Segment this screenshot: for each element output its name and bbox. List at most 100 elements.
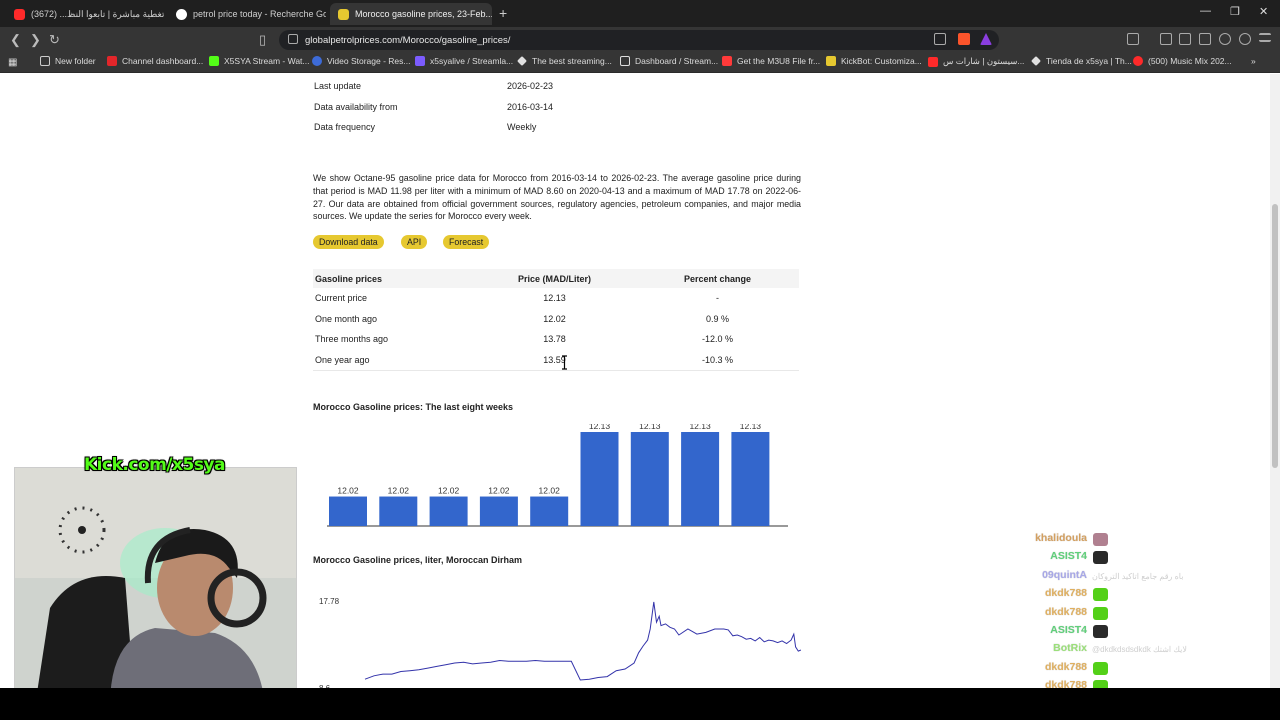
tab-title: petrol price today - Recherche Googl...	[193, 9, 326, 19]
chat-username: dkdk788	[1044, 605, 1087, 618]
site-info-icon[interactable]	[288, 34, 298, 44]
wallet-icon[interactable]	[1199, 33, 1211, 45]
media-icon[interactable]	[1160, 33, 1172, 45]
bookmark-item[interactable]: Tienda de x5sya | Th...	[1031, 56, 1132, 66]
table-row: Current price 12.13 -	[313, 288, 799, 309]
youtube-icon	[107, 56, 117, 66]
page-scrollbar[interactable]	[1270, 74, 1280, 688]
bookmark-item[interactable]: New folder	[40, 56, 96, 66]
chat-username: dkdk788	[1044, 587, 1087, 600]
folder-icon	[40, 56, 50, 66]
info-key: Data frequency	[314, 122, 376, 133]
vpn-icon[interactable]	[1239, 33, 1251, 45]
series-line	[364, 601, 802, 681]
bookmark-item[interactable]: (500) Music Mix 202...	[1133, 56, 1232, 66]
change-cell: 0.9 %	[705, 313, 729, 324]
sidepanel-icon[interactable]	[1179, 33, 1191, 45]
close-window-icon[interactable]: ✕	[1259, 5, 1268, 18]
change-cell: -10.3 %	[636, 349, 799, 371]
y-tick-label: 17.78	[319, 597, 340, 606]
new-tab-icon[interactable]: +	[499, 5, 507, 21]
tab-title: تغطية مباشرة | تابعوا النظ... (3672)	[31, 8, 164, 19]
bar-value-label: 12.02	[539, 486, 561, 496]
download-data-button[interactable]: Download data	[313, 235, 384, 249]
brave-shield-icon[interactable]	[958, 33, 970, 45]
bookmark-item[interactable]: سيستون | شارات س...	[928, 56, 1024, 67]
table-header-row: Gasoline prices Price (MAD/Liter) Percen…	[313, 269, 799, 288]
chat-username: ASIST4	[1050, 624, 1087, 636]
bookmark-item[interactable]: Get the M3U8 File fr...	[722, 56, 820, 66]
apps-icon[interactable]: ▦	[8, 57, 17, 68]
share-icon[interactable]	[934, 33, 946, 45]
bar	[479, 496, 518, 526]
youtube-icon	[14, 8, 25, 20]
url-text: globalpetrolprices.com/Morocco/gasoline_…	[305, 34, 511, 46]
line-chart: 17.788.6	[313, 592, 803, 688]
dashboard-icon	[620, 56, 630, 66]
tab-title: Morocco gasoline prices, 23-Feb...	[355, 9, 492, 19]
tab-strip: تغطية مباشرة | تابعوا النظ... (3672) pet…	[0, 0, 1280, 27]
bookmark-item[interactable]: X5SYA Stream - Wat...	[209, 56, 310, 66]
price-cell: 13.59	[473, 349, 636, 371]
bar-value-label: 12.02	[488, 486, 510, 496]
taskbar-strip	[0, 688, 1280, 720]
info-key: Data availability from	[314, 101, 398, 112]
address-bar[interactable]: globalpetrolprices.com/Morocco/gasoline_…	[279, 30, 999, 50]
minimize-icon[interactable]: —	[1200, 5, 1211, 17]
chat-username: ASIST4	[1050, 550, 1087, 563]
youtube-icon	[1133, 56, 1143, 66]
bar-value-label: 12.02	[388, 486, 410, 496]
maximize-icon[interactable]: ❐	[1230, 5, 1240, 18]
bar	[379, 496, 418, 526]
leo-ai-icon[interactable]	[1219, 33, 1231, 45]
bookmark-item[interactable]: KickBot: Customiza...	[826, 56, 922, 66]
bookmark-item[interactable]: x5syalive / Streamla...	[415, 56, 513, 66]
bookmark-item[interactable]: Dashboard / Stream...	[620, 56, 718, 66]
table-row: One month ago 12.02 0.9 %	[313, 309, 799, 330]
info-key: Last update	[314, 81, 362, 92]
reload-icon[interactable]: ↻	[49, 32, 60, 48]
line-chart-title: Morocco Gasoline prices, liter, Moroccan…	[313, 555, 523, 565]
chat-message: باه رقم جامع اتاكيد التروكان	[1092, 571, 1184, 581]
table-row: One year ago 13.59 -10.3 %	[313, 349, 799, 371]
google-icon	[176, 8, 187, 20]
price-table: Gasoline prices Price (MAD/Liter) Percen…	[313, 269, 799, 371]
bookmark-item[interactable]: The best streaming...	[517, 56, 612, 66]
line-chart-svg: 17.788.6	[319, 597, 802, 688]
row-label: Three months ago	[315, 334, 389, 345]
forward-icon[interactable]: ❯	[30, 32, 41, 48]
shop-icon	[1031, 56, 1041, 66]
site-icon	[338, 8, 349, 20]
sidebar-icon[interactable]	[1127, 33, 1139, 45]
bar	[681, 432, 720, 526]
bar-value-label: 12.13	[589, 424, 611, 431]
bookmark-item[interactable]: Channel dashboard...	[107, 56, 203, 66]
info-value: Weekly	[507, 122, 537, 133]
change-cell: -12.0 %	[701, 334, 734, 345]
bar-value-label: 12.13	[740, 424, 762, 431]
bar-value-label: 12.13	[639, 424, 661, 431]
bar-chart-title: Morocco Gasoline prices: The last eight …	[313, 402, 514, 412]
tab-news-stream[interactable]: تغطية مباشرة | تابعوا النظ... (3672)	[6, 3, 164, 25]
change-cell: -	[716, 293, 719, 304]
bar-value-label: 12.02	[337, 486, 359, 496]
more-bookmarks-icon[interactable]: »	[1251, 56, 1256, 66]
api-button[interactable]: API	[401, 235, 428, 249]
bookmark-icon[interactable]: ▯	[259, 32, 266, 48]
tab-google-search[interactable]: petrol price today - Recherche Googl...	[168, 3, 326, 25]
bar	[530, 496, 569, 526]
bar-chart: 12.02 12.02 12.02 12.02 12.02 12.13 12.13 12.13…	[313, 421, 793, 533]
bar-value-label: 12.02	[438, 486, 460, 496]
tab-morocco-gasoline[interactable]: Morocco gasoline prices, 23-Feb... ✕	[330, 3, 492, 25]
chat-badge-icon	[1093, 661, 1108, 675]
scrollbar-thumb[interactable]	[1272, 204, 1278, 468]
kick-channel-logo: Kick.com/x5sya	[84, 455, 226, 475]
back-icon[interactable]: ❮	[10, 32, 21, 48]
chat-username: 09quintA	[1042, 568, 1087, 581]
forecast-button[interactable]: Forecast	[443, 235, 490, 249]
text-cursor-icon	[562, 355, 567, 370]
chat-badge-icon	[1093, 625, 1108, 638]
bar-value-label: 12.13	[689, 424, 711, 431]
bookmark-item[interactable]: Video Storage - Res...	[312, 56, 410, 66]
menu-icon[interactable]	[1259, 33, 1271, 42]
